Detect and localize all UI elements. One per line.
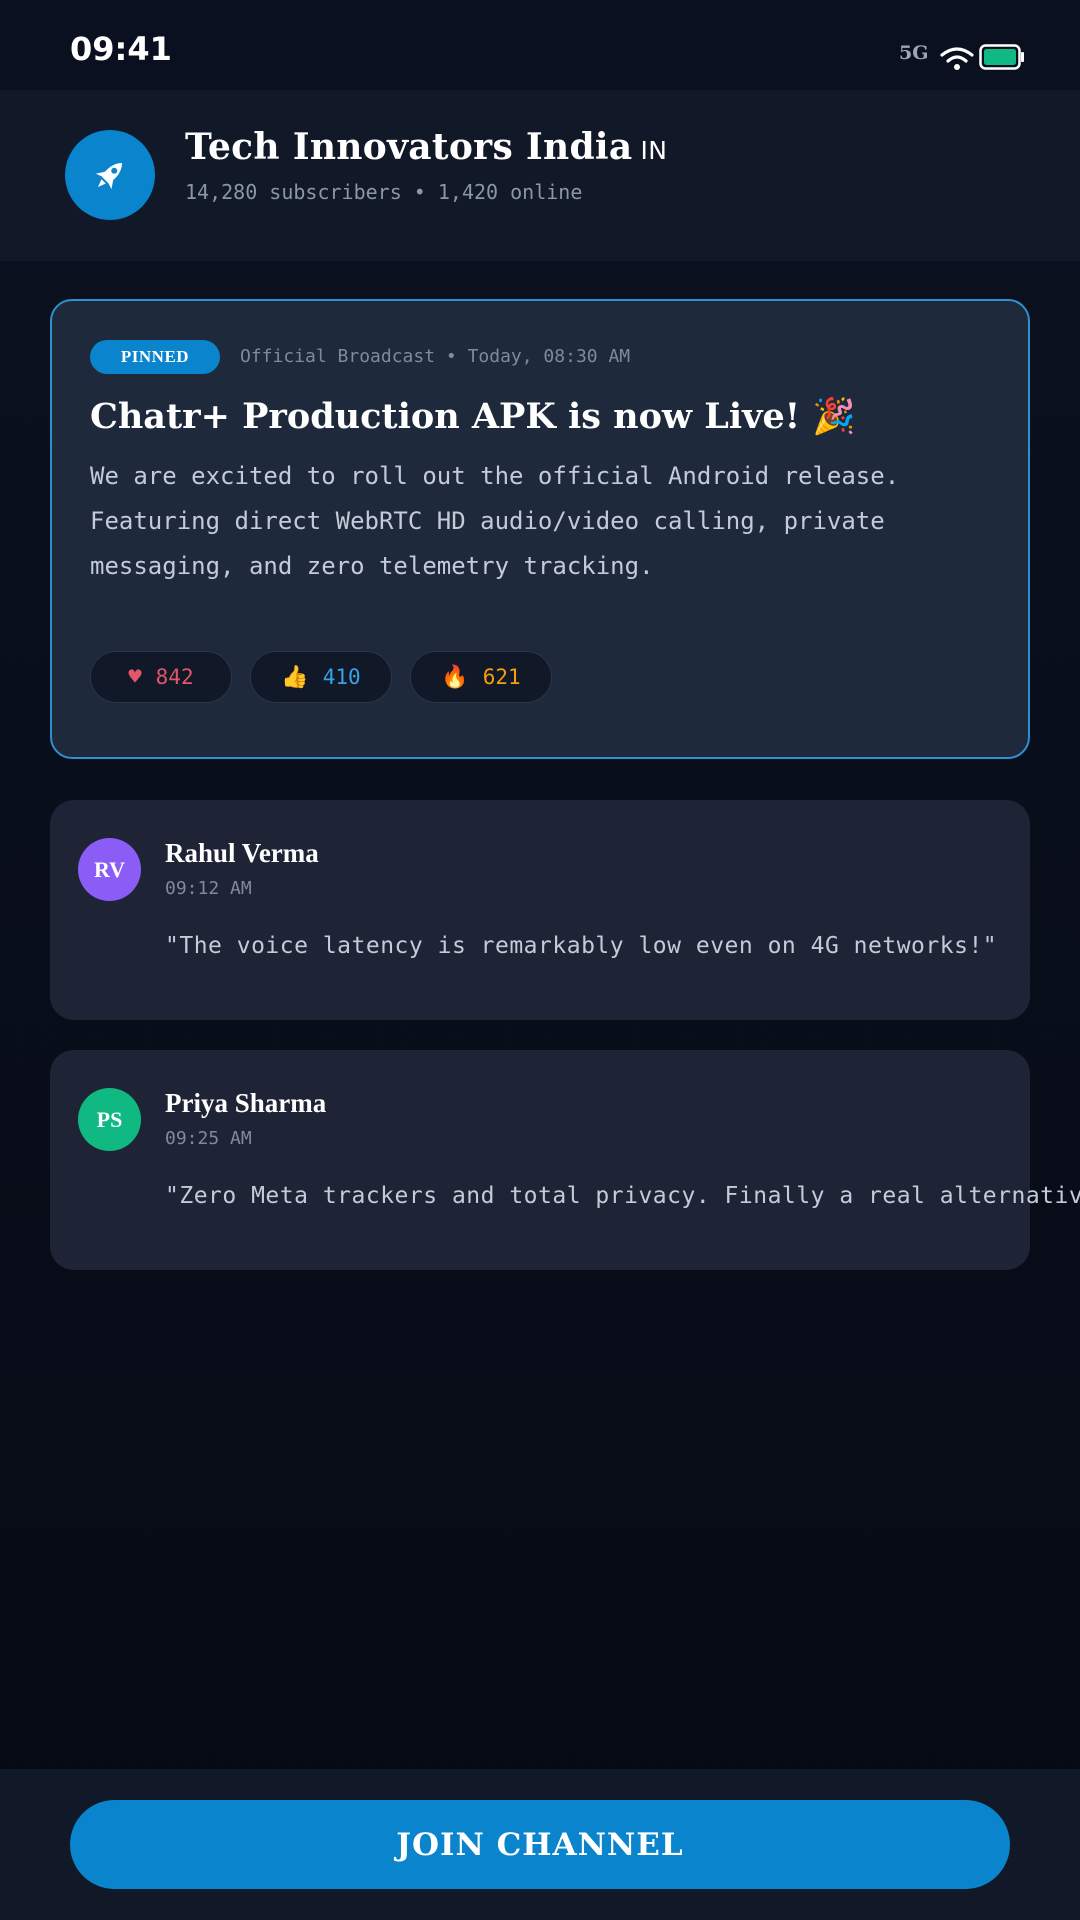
avatar[interactable]: PS (78, 1088, 141, 1151)
status-time: 09:41 (70, 30, 172, 68)
channel-stats: 14,280 subscribers • 1,420 online (185, 180, 583, 204)
wifi-icon (940, 47, 974, 70)
comment-text: "The voice latency is remarkably low eve… (165, 933, 998, 959)
comment-author: Priya Sharma (165, 1088, 327, 1118)
post-title: Chatr+ Production APK is now Live! 🎉 (90, 396, 856, 437)
pinned-post-card: PINNED Official Broadcast • Today, 08:30… (50, 299, 1030, 759)
pinned-badge: PINNED (90, 340, 220, 374)
rocket-icon (95, 162, 123, 190)
comment-card: RV Rahul Verma 09:12 AM "The voice laten… (50, 800, 1030, 1020)
comment-text: "Zero Meta trackers and total privacy. F… (165, 1183, 1080, 1209)
thumbs-up-icon: 👍 (281, 664, 309, 690)
channel-avatar[interactable] (65, 130, 155, 220)
comment-time: 09:25 AM (165, 1128, 252, 1149)
heart-icon: ♥ (128, 664, 142, 690)
comment-card: PS Priya Sharma 09:25 AM "Zero Meta trac… (50, 1050, 1080, 1270)
comment-author: Rahul Verma (165, 838, 319, 868)
battery-icon (979, 44, 1024, 70)
status-bar: 09:41 5G (0, 0, 1080, 90)
channel-name: Tech Innovators India IN (185, 126, 668, 168)
reaction-count: 842 (155, 665, 194, 689)
footer-bar: JOIN CHANNEL (0, 1769, 1080, 1920)
reaction-heart-button[interactable]: ♥ 842 (90, 651, 232, 703)
comment-time: 09:12 AM (165, 878, 252, 899)
channel-header: Tech Innovators India IN 14,280 subscribe… (0, 90, 1080, 261)
network-type: 5G (899, 42, 929, 64)
reaction-count: 410 (322, 665, 361, 689)
country-flag: IN (640, 136, 668, 165)
join-channel-button[interactable]: JOIN CHANNEL (70, 1800, 1010, 1889)
reaction-thumbs-up-button[interactable]: 👍 410 (250, 651, 392, 703)
post-meta: Official Broadcast • Today, 08:30 AM (240, 346, 631, 367)
reaction-count: 621 (482, 665, 521, 689)
fire-icon: 🔥 (441, 664, 469, 690)
post-body: We are excited to roll out the official … (90, 462, 900, 580)
avatar[interactable]: RV (78, 838, 141, 901)
reaction-fire-button[interactable]: 🔥 621 (410, 651, 552, 703)
